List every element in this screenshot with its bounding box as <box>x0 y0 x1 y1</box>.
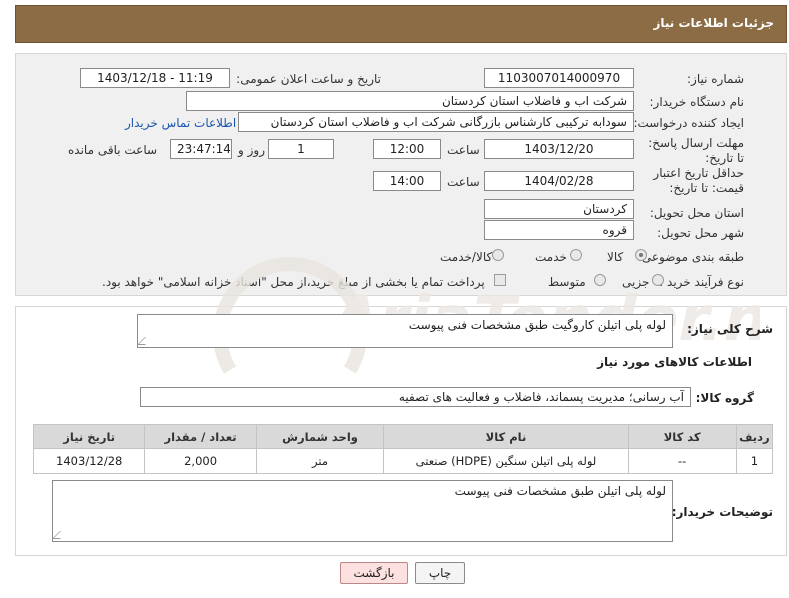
payment-note: پرداخت تمام یا بخشی از مبلغ خرید،از محل … <box>102 275 485 289</box>
col-code: کد کالا <box>627 424 737 449</box>
table-row: 1 -- لوله پلی اتیلن سنگین (HDPE) صنعتی م… <box>32 448 774 474</box>
cell-name: لوله پلی اتیلن سنگین (HDPE) صنعتی <box>383 448 629 474</box>
buyer-field: شرکت اب و فاضلاب استان کردستان <box>186 91 634 111</box>
category-radio-service[interactable] <box>570 249 582 261</box>
process-option-medium: متوسط <box>548 275 586 289</box>
category-radio-goods[interactable] <box>635 249 647 261</box>
province-field: کردستان <box>484 199 634 219</box>
announce-field: 1403/12/18 - 11:19 <box>80 68 230 88</box>
category-option-both: کالا/خدمت <box>440 250 493 264</box>
reply-date-field: 1403/12/20 <box>484 139 634 159</box>
remaining-time-field: 23:47:14 <box>170 139 232 159</box>
cell-unit: متر <box>255 448 385 474</box>
summary-textarea[interactable]: لوله پلی اتیلن کاروگیت طبق مشخصات فنی پی… <box>137 314 673 348</box>
buyer-label: نام دستگاه خریدار: <box>649 95 745 109</box>
page-header: جزئیات اطلاعات نیاز <box>15 5 787 43</box>
category-label: طبقه بندی موضوعی: <box>637 250 744 264</box>
col-row: ردیف <box>735 424 774 449</box>
process-label: نوع فرآیند خرید : <box>659 275 744 289</box>
reply-time-label: ساعت <box>447 143 480 157</box>
goods-table: ردیف کد کالا نام کالا واحد شمارش تعداد /… <box>32 424 774 474</box>
need-number-field: 1103007014000970 <box>484 68 634 88</box>
resize-handle-icon[interactable] <box>52 531 68 539</box>
creator-label: ایجاد کننده درخواست: <box>633 116 744 130</box>
creator-field: سودابه ترکیبی کارشناس بازرگانی شرکت اب و… <box>238 112 634 132</box>
announce-label: تاریخ و ساعت اعلان عمومی: <box>236 72 381 86</box>
back-button[interactable]: بازگشت <box>340 562 408 584</box>
process-radio-medium[interactable] <box>594 274 606 286</box>
category-option-goods: کالا <box>607 250 624 264</box>
page-title: جزئیات اطلاعات نیاز <box>653 16 774 30</box>
process-radio-minor[interactable] <box>652 274 664 286</box>
payment-treasury-checkbox[interactable] <box>494 274 506 286</box>
validity-time-label: ساعت <box>447 175 480 189</box>
validity-date-field: 1404/02/28 <box>484 171 634 191</box>
buyer-notes-label: توضیحات خریدار: <box>671 505 773 519</box>
city-label: شهر محل تحویل: <box>657 226 744 240</box>
col-unit: واحد شمارش <box>255 424 385 449</box>
col-date: تاریخ نیاز <box>32 424 146 449</box>
summary-label: شرح کلی نیاز: <box>687 322 773 336</box>
cell-date: 1403/12/28 <box>32 448 146 474</box>
need-number-label: شماره نیاز: <box>687 72 744 86</box>
goods-group-label: گروه کالا: <box>695 391 754 405</box>
summary-text: لوله پلی اتیلن کاروگیت طبق مشخصات فنی پی… <box>408 318 666 332</box>
cell-row: 1 <box>735 448 774 474</box>
province-label: استان محل تحویل: <box>649 206 744 220</box>
days-field: 1 <box>268 139 334 159</box>
print-button[interactable]: چاپ <box>415 562 465 584</box>
validity-label: حداقل تاریخ اعتبار قیمت: تا تاریخ: <box>653 166 744 195</box>
cell-code: -- <box>627 448 737 474</box>
validity-time-field: 14:00 <box>373 171 441 191</box>
days-label: روز و <box>238 143 265 157</box>
goods-table-header: ردیف کد کالا نام کالا واحد شمارش تعداد /… <box>32 424 774 449</box>
buyer-notes-textarea[interactable]: لوله پلی اتیلن طبق مشخصات فنی پیوست <box>52 480 673 542</box>
reply-time-field: 12:00 <box>373 139 441 159</box>
city-field: قروه <box>484 220 634 240</box>
col-name: نام کالا <box>383 424 629 449</box>
col-qty: تعداد / مقدار <box>144 424 257 449</box>
process-option-minor: جزیی <box>622 275 650 289</box>
buyer-contact-link[interactable]: اطلاعات تماس خریدار <box>125 116 236 130</box>
goods-group-field: آب رسانی؛ مدیریت پسماند، فاضلاب و فعالیت… <box>140 387 691 407</box>
category-option-service: خدمت <box>535 250 567 264</box>
goods-info-title: اطلاعات کالاهای مورد نیاز <box>597 355 752 369</box>
resize-handle-icon[interactable] <box>137 337 153 345</box>
cell-qty: 2,000 <box>144 448 257 474</box>
category-radio-both[interactable] <box>492 249 504 261</box>
reply-deadline-label: مهلت ارسال پاسخ: تا تاریخ: <box>648 136 744 165</box>
remaining-label: ساعت باقی مانده <box>68 143 158 157</box>
buyer-notes-text: لوله پلی اتیلن طبق مشخصات فنی پیوست <box>454 484 666 498</box>
